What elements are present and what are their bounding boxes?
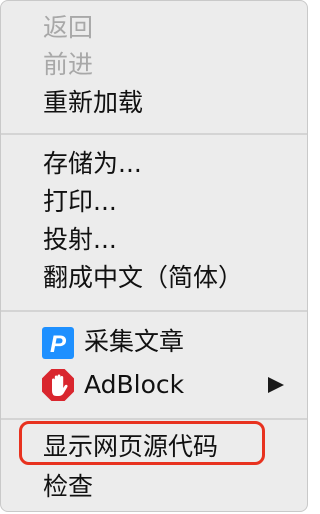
menu-item-inspect[interactable]: 检查 (43, 472, 93, 502)
menu-item-adblock[interactable]: AdBlock (84, 370, 184, 400)
p-icon: P (42, 327, 74, 359)
submenu-arrow-icon (268, 377, 284, 393)
menu-item-forward: 前进 (43, 50, 94, 79)
menu-item-back: 返回 (43, 13, 94, 42)
menu-item-collect-article[interactable]: 采集文章 (84, 327, 184, 357)
menu-separator (1, 418, 307, 420)
menu-item-print[interactable]: 打印... (43, 187, 117, 217)
menu-item-save-as[interactable]: 存储为... (43, 149, 142, 179)
adblock-hand-icon (42, 369, 74, 401)
menu-item-translate[interactable]: 翻成中文（简体） (43, 263, 243, 293)
context-menu: 返回 前进 重新加载 存储为... 打印... 投射... 翻成中文（简体） P… (0, 0, 308, 512)
menu-separator (1, 133, 307, 135)
menu-item-cast[interactable]: 投射... (43, 225, 117, 255)
svg-text:P: P (50, 331, 67, 358)
menu-item-reload[interactable]: 重新加载 (43, 88, 143, 118)
menu-separator (1, 310, 307, 312)
menu-item-view-source[interactable]: 显示网页源代码 (43, 432, 218, 462)
